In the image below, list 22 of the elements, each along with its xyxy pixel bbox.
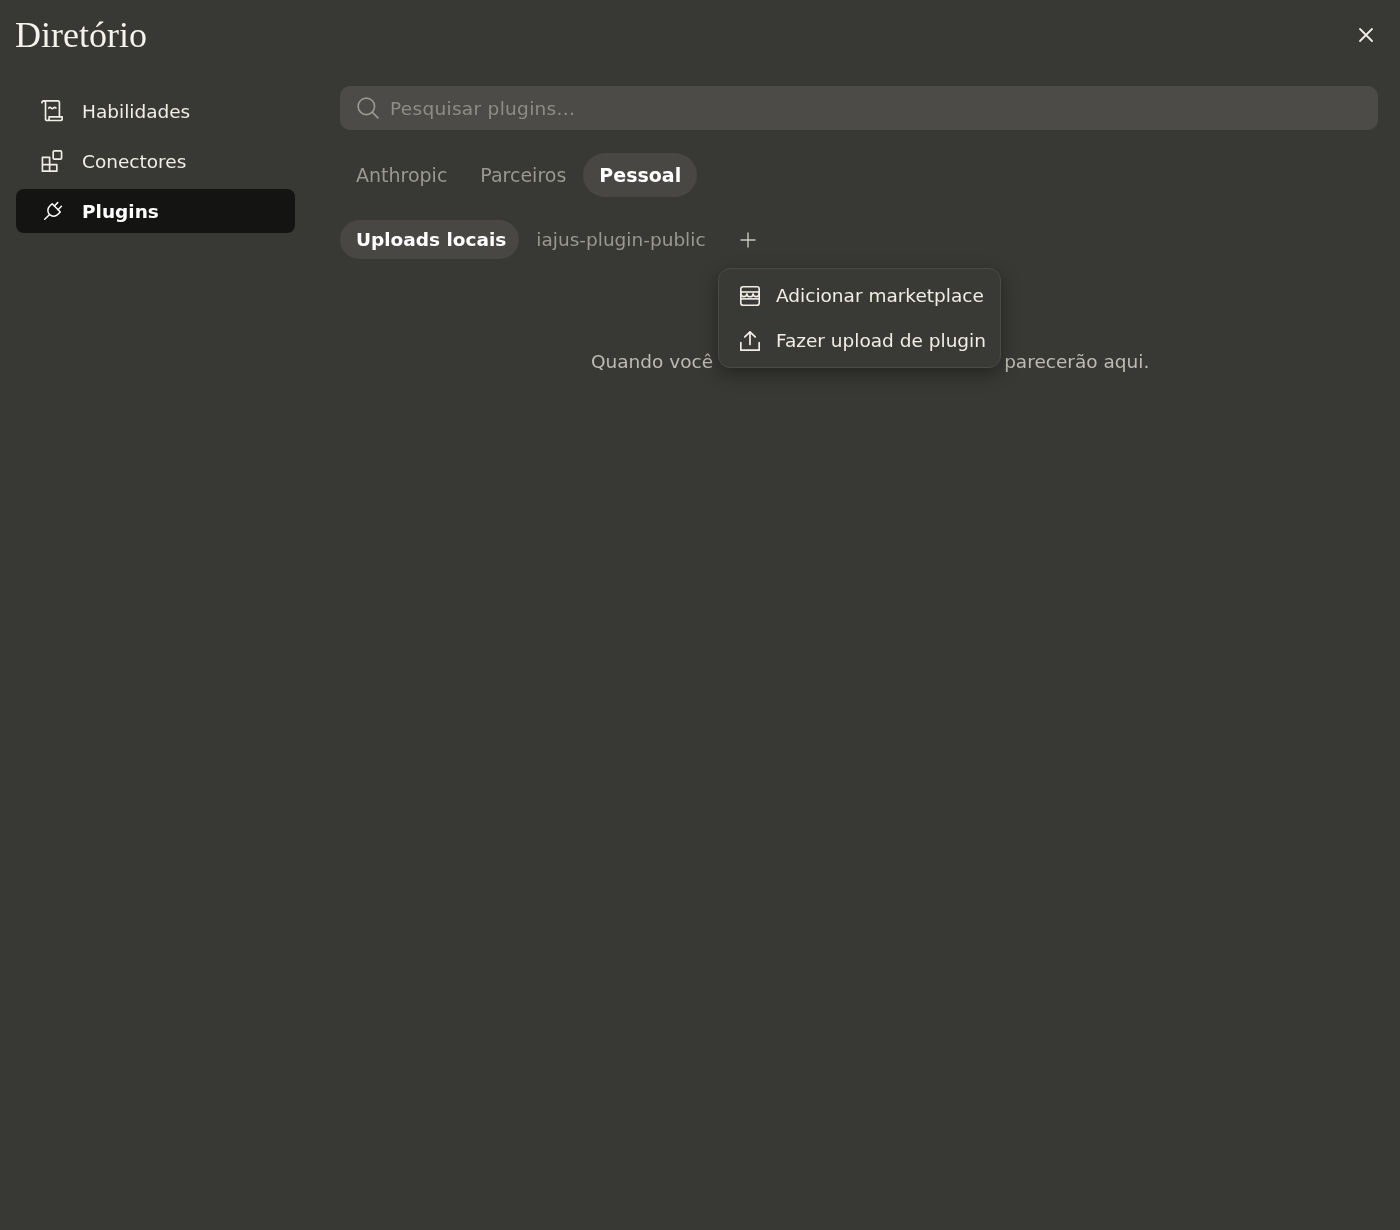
sidebar-item[interactable]: Habilidades <box>16 89 295 133</box>
menu-item[interactable]: Adicionar marketplace <box>723 273 996 318</box>
dialog-title: Diretório <box>15 15 147 55</box>
search-icon <box>357 97 379 119</box>
empty-state-text: Quando você <box>591 350 714 374</box>
source-tab[interactable]: iajus-plugin-public <box>520 220 719 259</box>
storefront-icon <box>740 285 760 306</box>
tab[interactable]: Anthropic <box>340 153 464 197</box>
tab[interactable]: Parceiros <box>464 153 583 197</box>
source-tab[interactable]: Uploads locais <box>340 220 520 259</box>
upload-icon <box>740 330 760 351</box>
scroll-icon <box>41 100 63 122</box>
search-field[interactable]: Pesquisar plugins... <box>340 86 1378 130</box>
plug-icon <box>41 200 63 222</box>
close-icon <box>1358 27 1374 43</box>
empty-state-text: parecerão aqui. <box>1004 350 1150 374</box>
blocks-icon <box>41 150 63 172</box>
sidebar-item[interactable]: Conectores <box>16 139 295 183</box>
sidebar-item[interactable]: Plugins <box>16 189 295 233</box>
menu-item[interactable]: Fazer upload de plugin <box>723 318 996 363</box>
plus-icon <box>739 231 756 248</box>
tab[interactable]: Pessoal <box>583 153 698 197</box>
